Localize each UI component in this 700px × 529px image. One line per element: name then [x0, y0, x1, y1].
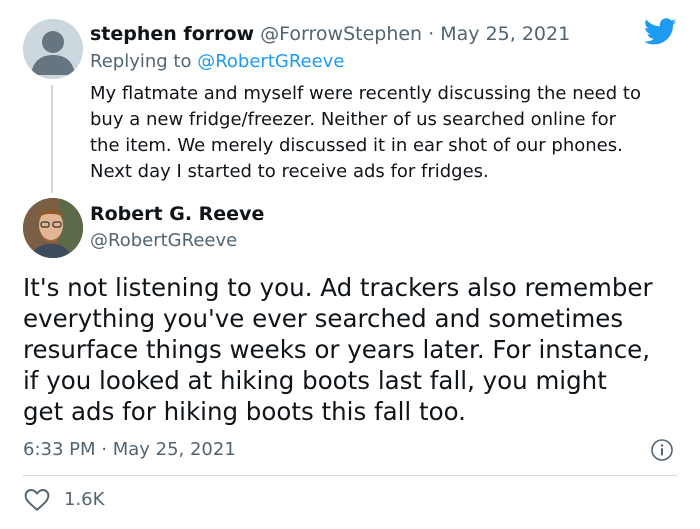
actions-divider: [23, 475, 677, 476]
main-author-name[interactable]: Robert G. Reeve: [90, 201, 264, 227]
main-author-handle[interactable]: @RobertGReeve: [90, 228, 237, 254]
reply-tweet-date[interactable]: May 25, 2021: [440, 23, 570, 45]
default-avatar-icon: [23, 19, 83, 79]
reply-author-handle[interactable]: @ForrowStephen: [260, 23, 422, 45]
replying-to-line: Replying to @RobertGReeve: [90, 49, 344, 75]
info-icon[interactable]: [650, 438, 674, 462]
reply-author-name[interactable]: stephen forrow: [90, 23, 254, 45]
like-count[interactable]: 1.6K: [64, 487, 104, 513]
tweet-timestamp[interactable]: 6:33 PM · May 25, 2021: [23, 437, 236, 463]
main-tweet-text: It's not listening to you. Ad trackers a…: [23, 273, 653, 426]
reply-author-avatar[interactable]: [23, 19, 83, 79]
header-separator: ·: [428, 23, 435, 45]
main-author-avatar[interactable]: [23, 198, 83, 258]
replying-to-label: Replying to: [90, 51, 192, 72]
twitter-bird-icon[interactable]: [643, 18, 677, 46]
replying-to-mention[interactable]: @RobertGReeve: [197, 51, 344, 72]
reply-tweet-text: My flatmate and myself were recently dis…: [90, 83, 641, 182]
reply-tweet-header: stephen forrow @ForrowStephen · May 25, …: [90, 21, 570, 47]
heart-icon[interactable]: [24, 488, 50, 512]
author-photo-icon: [23, 198, 83, 258]
thread-connector-line: [51, 85, 53, 193]
